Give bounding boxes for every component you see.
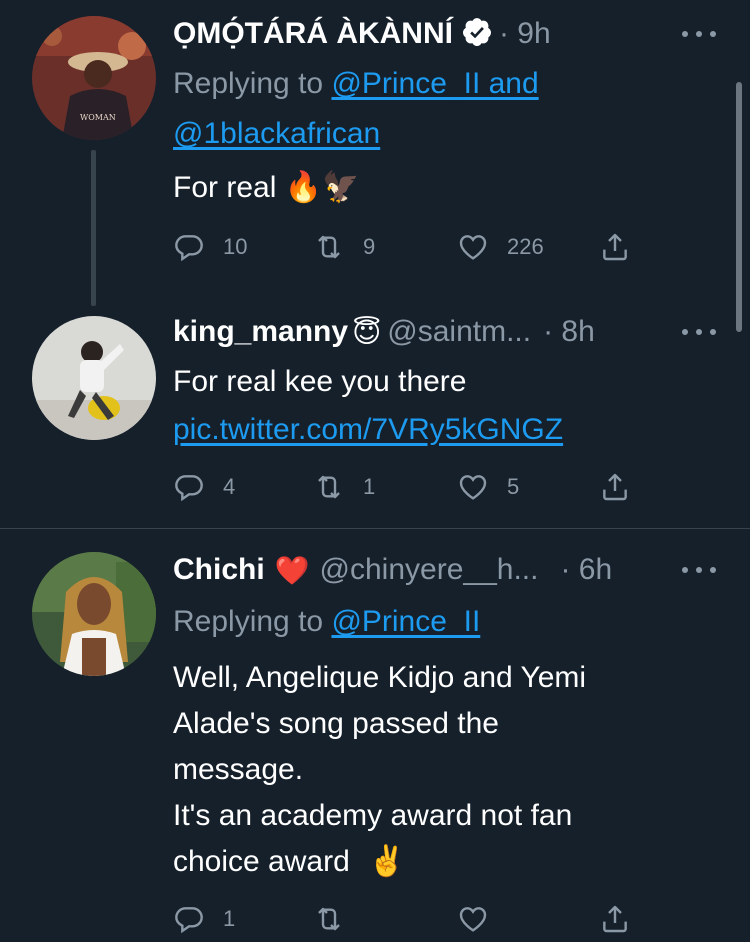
thread-line <box>91 150 96 306</box>
reply-count: 4 <box>223 474 236 499</box>
heart-icon <box>459 235 487 260</box>
user-handle[interactable]: @saintm... <box>387 315 531 349</box>
tweet-header: ỌMỌ́TÁRÁ ÀKÀNNÍ · 9h <box>173 14 551 54</box>
more-options-icon[interactable] <box>682 24 716 44</box>
retweet-icon <box>318 907 340 931</box>
share-icon <box>603 233 627 261</box>
tweet-header: Chichi ❤️ @chinyere__h... · 6h <box>173 550 612 590</box>
svg-text:WOMAN: WOMAN <box>80 113 116 122</box>
retweet-button[interactable]: 1 <box>313 470 375 504</box>
avatar[interactable]: WOMAN <box>32 16 156 140</box>
user-handle[interactable]: @chinyere__h... <box>320 553 539 587</box>
heart-icon <box>459 907 487 932</box>
retweet-count: 9 <box>363 234 376 259</box>
tweet-text-last: choice award ✌️ <box>173 842 405 882</box>
reply-count: 1 <box>223 906 236 931</box>
avatar[interactable] <box>32 552 156 676</box>
share-icon <box>603 473 627 501</box>
replying-to-cont: @1blackafrican <box>173 114 380 154</box>
tweet-emojis: 🔥🦅 <box>284 170 360 205</box>
scrollbar[interactable] <box>736 82 742 332</box>
tweet-header: king_manny 😇 @saintm... · 8h <box>173 312 595 352</box>
tweet-text: For real kee you there <box>173 365 467 398</box>
retweet-button[interactable]: 9 <box>313 230 375 264</box>
like-button[interactable] <box>457 902 489 936</box>
timestamp[interactable]: · 9h <box>499 17 551 51</box>
share-icon <box>603 905 627 933</box>
tweet-text-body: For real <box>173 171 277 204</box>
more-options-icon[interactable] <box>682 322 716 342</box>
replying-label: Replying to <box>173 605 324 638</box>
share-button[interactable] <box>599 902 631 936</box>
tweet-text-line: Well, Angelique Kidjo and Yemi <box>173 661 587 694</box>
avatar[interactable] <box>32 316 156 440</box>
like-button[interactable]: 5 <box>457 470 519 504</box>
reply-button[interactable]: 1 <box>173 902 235 936</box>
reply-icon <box>175 907 203 934</box>
replying-to: Replying to @Prince_II <box>173 602 480 642</box>
divider <box>0 528 750 529</box>
victory-emoji: ✌️ <box>368 844 406 879</box>
reply-button[interactable]: 4 <box>173 470 235 504</box>
tweet-text: For real 🔥🦅 <box>173 168 359 208</box>
tweet-actions: 4 1 5 <box>173 470 643 504</box>
retweet-count: 1 <box>363 474 376 499</box>
timestamp[interactable]: · 8h <box>543 315 595 349</box>
replying-to: Replying to @Prince_II and <box>173 64 539 104</box>
media-link[interactable]: pic.twitter.com/7VRy5kGNGZ <box>173 413 563 446</box>
retweet-icon <box>318 475 340 499</box>
reply-button[interactable]: 10 <box>173 230 247 264</box>
like-count: 226 <box>507 234 544 259</box>
heart-icon <box>459 475 487 500</box>
mention-link[interactable]: @Prince_II and <box>331 67 538 100</box>
share-button[interactable] <box>599 470 631 504</box>
retweet-button[interactable] <box>313 902 345 936</box>
tweet-text-line: choice award <box>173 845 350 878</box>
name-emoji: ❤️ <box>274 553 310 587</box>
tweet-text-line: Alade's song passed the <box>173 707 499 740</box>
display-name[interactable]: king_manny <box>173 315 348 349</box>
reply-icon <box>175 475 203 502</box>
reply-icon <box>175 235 203 262</box>
replying-label: Replying to <box>173 67 324 100</box>
verified-badge-icon <box>461 16 493 53</box>
tweet-actions: 10 9 226 <box>173 230 643 264</box>
display-name[interactable]: Chichi <box>173 553 265 587</box>
more-options-icon[interactable] <box>682 560 716 580</box>
mention-link[interactable]: @Prince_II <box>331 605 480 638</box>
retweet-icon <box>318 235 340 259</box>
tweet-actions: 1 <box>173 902 643 936</box>
share-button[interactable] <box>599 230 631 264</box>
tweet-text-line: message. <box>173 753 304 786</box>
tweet-text-line: It's an academy award not fan <box>173 799 573 832</box>
media-link-row: pic.twitter.com/7VRy5kGNGZ <box>173 410 563 450</box>
mention-link[interactable]: @1blackafrican <box>173 117 380 150</box>
timestamp[interactable]: · 6h <box>560 553 612 587</box>
display-name[interactable]: ỌMỌ́TÁRÁ ÀKÀNNÍ <box>173 17 453 51</box>
like-button[interactable]: 226 <box>457 230 544 264</box>
reply-count: 10 <box>223 234 248 259</box>
name-emoji: 😇 <box>352 315 382 349</box>
like-count: 5 <box>507 474 520 499</box>
